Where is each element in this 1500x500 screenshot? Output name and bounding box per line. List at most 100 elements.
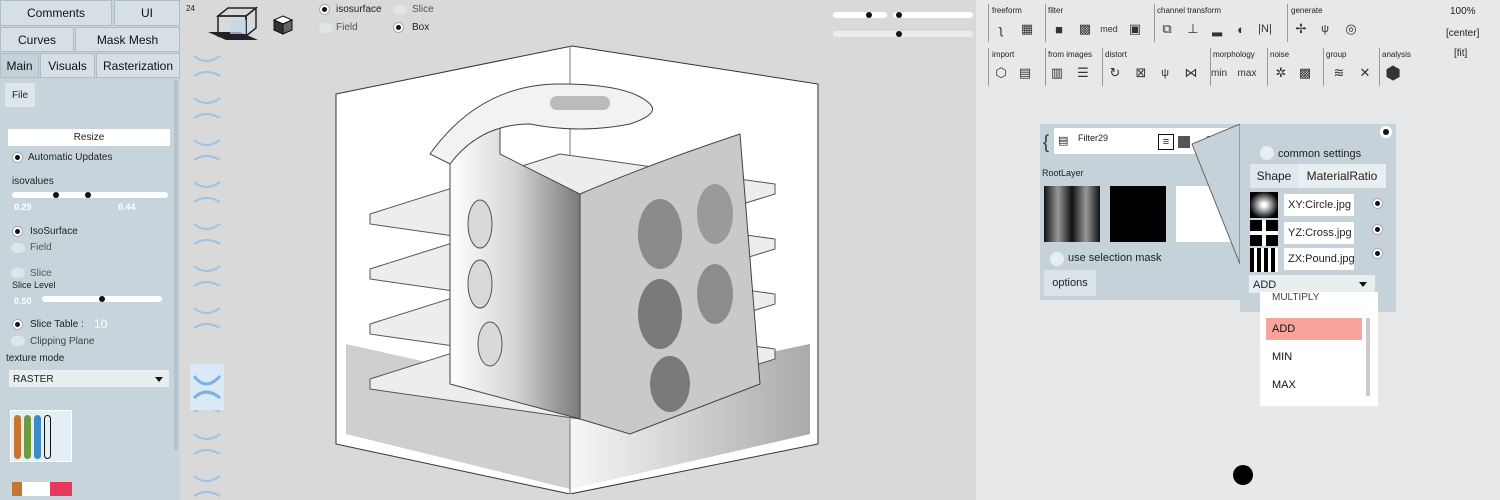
hexagon-analysis-icon[interactable]: ⬢ [1384,63,1402,83]
field-view-toggle[interactable] [319,23,333,33]
view-slider-b-handle[interactable] [896,12,902,18]
option-multiply[interactable]: MULTIPLY [1266,292,1362,308]
cursor-dot [1233,465,1253,485]
blend-mode-select[interactable]: ADD [1248,274,1376,294]
tab-material-ratio[interactable]: MaterialRatio [1298,164,1386,188]
layer-thumbnail-1[interactable] [1044,186,1100,242]
view-slider-b[interactable] [893,12,973,18]
clipping-plane-toggle[interactable] [11,336,25,346]
field-toggle[interactable] [11,243,25,253]
grid-icon[interactable]: ▦ [1018,20,1036,38]
option-max[interactable]: MAX [1266,374,1362,396]
blur-filter-icon[interactable]: ▩ [1076,20,1094,38]
channel-split-icon[interactable]: ⧉ [1158,20,1176,38]
frame-filter-icon[interactable]: ▣ [1126,20,1144,38]
import-mesh-icon[interactable]: ⬡ [992,64,1010,82]
square-filter-icon[interactable]: ■ [1050,20,1068,38]
option-add[interactable]: ADD [1266,318,1362,340]
isosurface-view-radio[interactable] [319,4,330,15]
tab-visuals[interactable]: Visuals [40,53,95,78]
tab-comments[interactable]: Comments [0,0,112,26]
image-stack-icon[interactable]: ▥ [1048,64,1066,82]
curves-preview[interactable] [10,410,72,462]
warp-icon[interactable]: ⊠ [1132,64,1150,82]
field-label: Field [30,242,52,253]
solid-cube-icon[interactable] [272,14,294,36]
freeform-curve-icon[interactable]: ʅ [992,20,1010,38]
tab-curves[interactable]: Curves [0,27,74,52]
dropdown-scrollbar[interactable] [1366,318,1370,396]
brace-left: { [1043,132,1050,152]
resize-button[interactable]: Resize [8,129,170,146]
max-morphology-icon[interactable]: max [1238,64,1257,82]
group-layers-icon[interactable]: ≋ [1330,64,1348,82]
node-editor[interactable]: freeform filter channel transform genera… [976,0,1500,500]
separator [988,48,989,86]
fit-button[interactable]: [fit] [1454,48,1467,59]
noise-icon[interactable]: ✲ [1272,64,1290,82]
color-bar[interactable] [12,482,72,496]
slice-timeline[interactable] [186,46,228,500]
common-settings-toggle[interactable] [1260,146,1274,160]
view-slider-a-handle[interactable] [866,12,872,18]
tab-ui[interactable]: UI [114,0,180,26]
tab-main[interactable]: Main [0,53,39,78]
group-tool-icon[interactable]: ✕ [1356,64,1374,82]
tab-shape[interactable]: Shape [1250,164,1298,188]
distort-function-icon[interactable]: ψ [1156,64,1174,82]
twist-icon[interactable]: ↻ [1106,64,1124,82]
file-button[interactable]: File [5,83,35,107]
options-button[interactable]: options [1044,270,1096,296]
layer-thumbnail-2[interactable] [1110,186,1166,242]
histogram-icon[interactable]: ▂ [1208,20,1226,38]
isosurface-render[interactable] [330,44,850,494]
texture-mode-select[interactable]: RASTER [8,369,170,388]
view-slider-c[interactable] [833,31,973,37]
yz-image-field[interactable]: YZ:Cross.jpg [1284,222,1354,244]
min-morphology-icon[interactable]: min [1210,64,1228,82]
cross-image-thumb[interactable] [1250,220,1278,246]
pound-image-thumb[interactable] [1250,248,1278,272]
view-slider-c-handle[interactable] [896,31,902,37]
option-min[interactable]: MIN [1266,346,1362,368]
3d-viewport[interactable]: 24 isosurface Slice Field Box [180,0,976,500]
spiral-icon[interactable]: ◎ [1342,20,1360,38]
box-view-radio[interactable] [393,22,404,33]
view-cube-icon[interactable] [206,6,262,46]
view-slider-a[interactable] [833,12,887,18]
close-dot-icon[interactable] [1380,126,1392,138]
circle-image-thumb[interactable] [1250,192,1278,218]
slice-toggle[interactable] [11,268,25,278]
slice-level-handle[interactable] [99,296,105,302]
median-filter-icon[interactable]: med [1100,20,1118,38]
use-selection-mask-toggle[interactable] [1050,252,1064,266]
image-layers-icon[interactable]: ☰ [1074,64,1092,82]
isovalue-low-handle[interactable] [53,192,59,198]
tab-rasterization[interactable]: Rasterization [96,53,180,78]
slice-table-radio[interactable] [12,319,23,330]
filter-settings-panel[interactable]: common settings Shape MaterialRatio XY:C… [1240,124,1396,312]
zx-image-radio[interactable] [1372,248,1383,259]
auto-updates-radio[interactable] [12,152,23,163]
zx-image-field[interactable]: ZX:Pound.jpg [1284,248,1355,270]
invert-icon[interactable]: ◐ [1232,20,1250,38]
import-file-icon[interactable]: ▤ [1016,64,1034,82]
tab-mask-mesh[interactable]: Mask Mesh [75,27,180,52]
mirror-icon[interactable]: ⋈ [1182,64,1200,82]
xy-image-radio[interactable] [1372,198,1383,209]
separator [1045,48,1046,86]
slice-view-toggle[interactable] [393,5,407,15]
blend-mode-dropdown[interactable]: MULTIPLY ADD MIN MAX [1260,292,1378,406]
noise-texture-icon[interactable]: ▩ [1296,64,1314,82]
isosurface-radio[interactable] [12,226,23,237]
normalize-icon[interactable]: |N| [1256,20,1274,38]
scrollbar[interactable] [174,80,178,450]
center-button[interactable]: [center] [1446,28,1479,39]
function-icon[interactable]: ψ [1316,20,1334,38]
yz-image-radio[interactable] [1372,224,1383,235]
isovalue-high-handle[interactable] [85,192,91,198]
levels-icon[interactable]: ⊥ [1184,20,1202,38]
generate-icon[interactable]: ✢ [1292,20,1310,38]
xy-image-field[interactable]: XY:Circle.jpg [1284,194,1354,216]
menu-icon[interactable]: ≡ [1158,134,1174,150]
